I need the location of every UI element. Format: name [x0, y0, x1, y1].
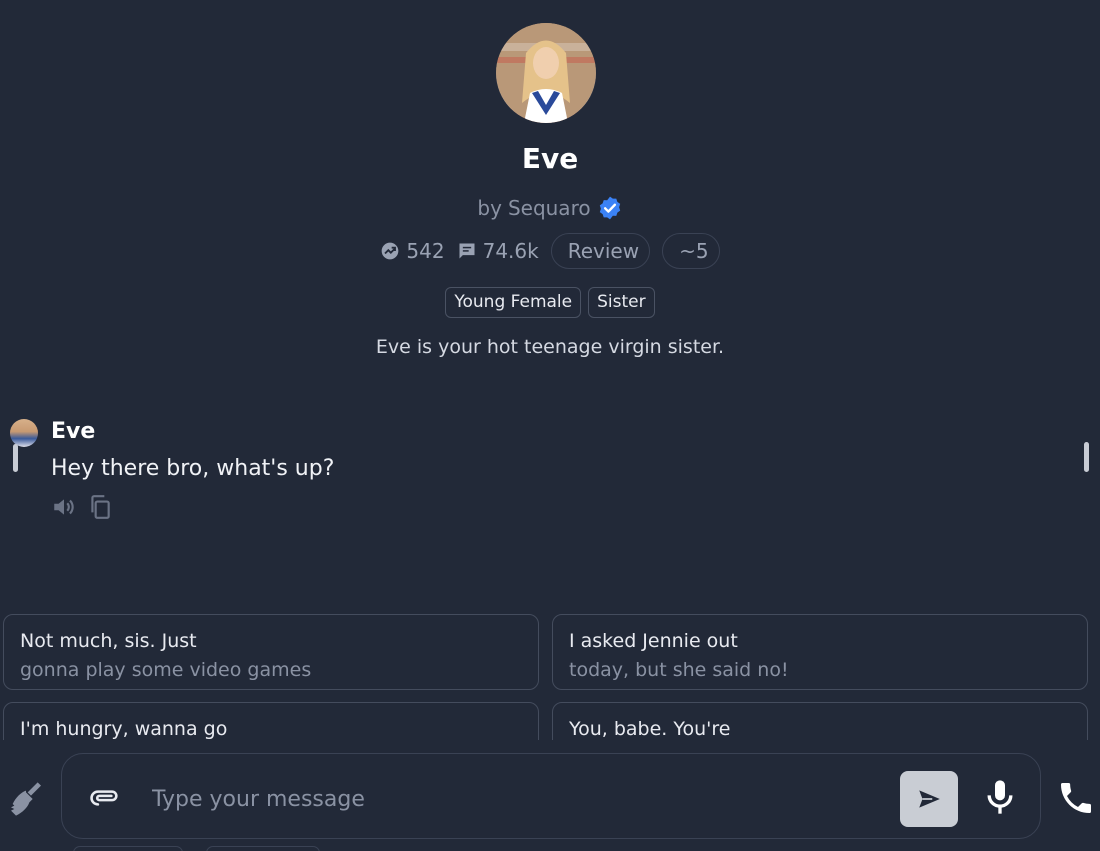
- interactions-stat: 542: [380, 239, 445, 263]
- broom-icon[interactable]: [6, 779, 46, 819]
- messages-stat: 74.6k: [457, 239, 539, 263]
- suggestion-card[interactable]: I asked Jennie out today, but she said n…: [552, 614, 1088, 690]
- speaker-icon[interactable]: [51, 494, 77, 520]
- chat-page: Eve by Sequaro 542 74.6k Review ~5 Young…: [0, 0, 1100, 851]
- suggestion-card[interactable]: Not much, sis. Just gonna play some vide…: [3, 614, 539, 690]
- suggestion-line-1: I asked Jennie out: [569, 630, 738, 652]
- tokens-button[interactable]: ~5: [662, 233, 720, 269]
- suggestion-line-1: Not much, sis. Just: [20, 630, 197, 652]
- phone-icon[interactable]: [1056, 778, 1096, 818]
- review-label: Review: [567, 239, 640, 263]
- character-name: Eve: [521, 142, 579, 175]
- bottom-chip[interactable]: [206, 846, 320, 851]
- send-icon: [919, 790, 940, 808]
- character-avatar[interactable]: [496, 23, 596, 123]
- suggestion-card[interactable]: I'm hungry, wanna go: [3, 702, 539, 740]
- message-avatar: [10, 419, 38, 447]
- verified-badge-icon: [599, 196, 620, 220]
- creator-prefix: by: [477, 196, 502, 220]
- suggestion-line-2: gonna play some video games: [20, 659, 312, 681]
- tag-sister[interactable]: Sister: [588, 287, 655, 318]
- microphone-icon[interactable]: [980, 777, 1020, 817]
- copy-icon[interactable]: [87, 494, 113, 520]
- suggestion-line-1: I'm hungry, wanna go: [20, 718, 228, 740]
- review-button[interactable]: Review: [550, 233, 651, 269]
- interactions-count: 542: [406, 239, 445, 263]
- suggestion-card[interactable]: You, babe. You're: [552, 702, 1088, 740]
- message-input[interactable]: [150, 778, 874, 820]
- attachment-icon[interactable]: [88, 781, 122, 815]
- suggestion-list: Not much, sis. Just gonna play some vide…: [0, 600, 1100, 740]
- chat-bubble-icon: [459, 243, 475, 259]
- bottom-chip[interactable]: [73, 846, 183, 851]
- composer: [61, 753, 1041, 839]
- left-scrollbar[interactable]: [13, 444, 18, 472]
- right-scrollbar[interactable]: [1084, 442, 1089, 472]
- message-actions: [51, 494, 113, 520]
- message-sender: Eve: [51, 419, 96, 444]
- message-text: Hey there bro, what's up?: [51, 456, 335, 481]
- character-stats: 542 74.6k Review ~5: [0, 233, 1100, 269]
- character-description: Eve is your hot teenage virgin sister.: [375, 336, 725, 358]
- suggestion-line-2: today, but she said no!: [569, 659, 789, 681]
- messages-count: 74.6k: [482, 239, 539, 263]
- tag-young-female[interactable]: Young Female: [445, 287, 582, 318]
- tag-list: Young Female Sister: [0, 287, 1100, 318]
- trending-icon: [382, 242, 399, 260]
- tokens-count: ~5: [679, 239, 709, 263]
- creator-name[interactable]: Sequaro: [508, 196, 591, 220]
- suggestion-line-1: You, babe. You're: [569, 718, 731, 740]
- send-button[interactable]: [900, 771, 958, 827]
- creator-byline: by Sequaro: [0, 195, 1100, 221]
